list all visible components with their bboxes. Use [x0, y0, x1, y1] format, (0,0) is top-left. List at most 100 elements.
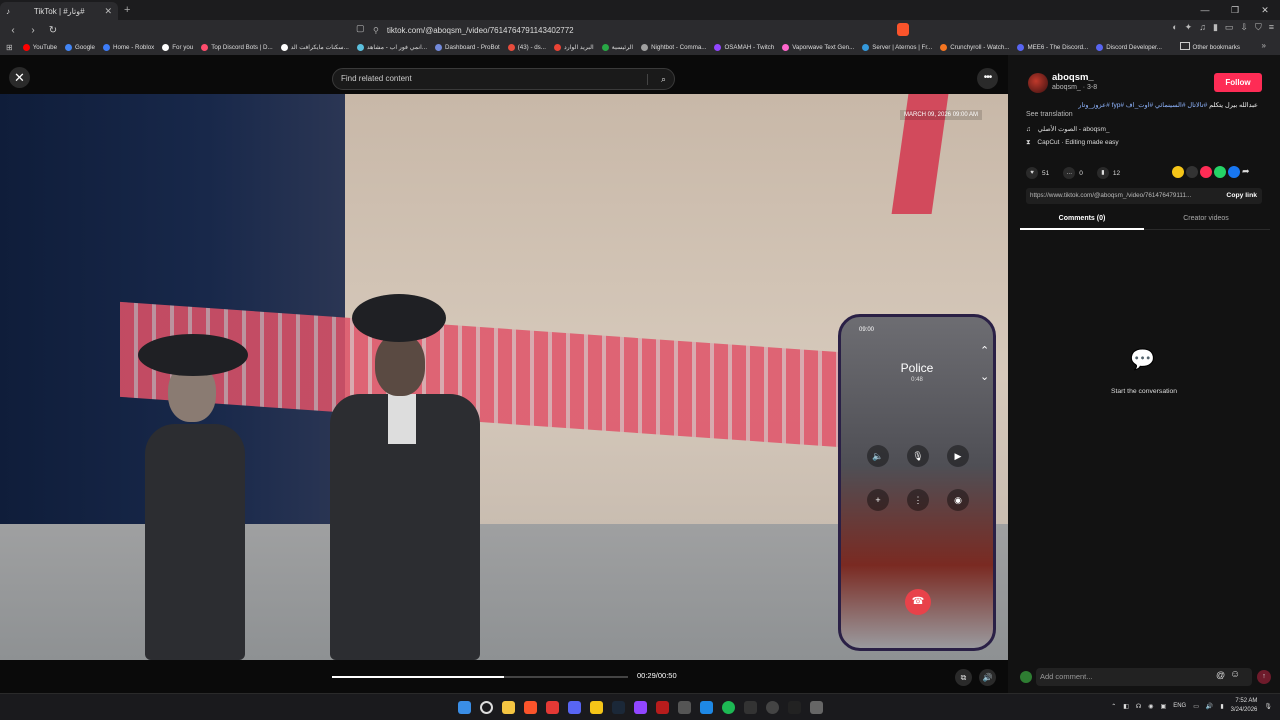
close-player-button[interactable]: ✕ — [9, 67, 30, 88]
bookmark-item[interactable]: Discord Developer... — [1096, 44, 1162, 51]
back-button[interactable]: ‹ — [6, 25, 20, 36]
chevron-up-icon[interactable]: ⌃ — [980, 344, 989, 357]
new-tab-button[interactable]: + — [124, 4, 130, 16]
vpn-icon[interactable]: ⛉ — [1255, 22, 1262, 33]
close-tab-icon[interactable]: ✕ — [104, 6, 112, 17]
app-icon-1[interactable] — [546, 701, 559, 714]
discord-taskbar-icon[interactable] — [568, 701, 581, 714]
bookmark-item[interactable]: YouTube — [22, 44, 57, 51]
file-explorer-icon[interactable] — [502, 701, 515, 714]
battery-icon[interactable]: ▮ — [1220, 703, 1223, 710]
share-link-box[interactable]: https://www.tiktok.com/@aboqsm_/video/76… — [1026, 188, 1262, 204]
extension-icon[interactable]: ◐ — [1172, 22, 1177, 33]
spotify-taskbar-icon[interactable] — [722, 701, 735, 714]
puzzle-icon[interactable]: ✦ — [1185, 22, 1193, 33]
headset-icon[interactable]: ☊ — [1136, 703, 1141, 710]
capcut-anchor[interactable]: ⧗ CapCut · Editing made easy — [1026, 139, 1119, 147]
follow-button[interactable]: Follow — [1214, 73, 1262, 92]
reload-button[interactable]: ↻ — [46, 25, 60, 36]
chevron-down-icon[interactable]: ⌄ — [980, 370, 989, 383]
tab-comments[interactable]: Comments (0) — [1020, 215, 1144, 230]
bookmark-item[interactable]: Google — [65, 44, 95, 51]
close-window-button[interactable]: ✕ — [1250, 5, 1280, 16]
more-options-button[interactable]: ••• — [977, 68, 998, 89]
app-icon-5[interactable] — [678, 701, 691, 714]
menu-icon[interactable]: ≡ — [1269, 22, 1274, 33]
volume-button[interactable]: 🔊 — [979, 669, 996, 686]
app-icon-10[interactable] — [810, 701, 823, 714]
minimize-button[interactable]: — — [1190, 5, 1220, 15]
downloads-icon[interactable]: ⇩ — [1240, 22, 1248, 33]
app-icon-4[interactable] — [656, 701, 669, 714]
bookmark-item[interactable]: Nightbot - Comma... — [641, 44, 706, 51]
tray-app-icon-2[interactable]: ▣ — [1161, 703, 1167, 710]
brave-taskbar-icon[interactable] — [524, 701, 537, 714]
bookmark-item[interactable]: Server | Aternos | Fr... — [862, 44, 932, 51]
hashtags[interactable]: #تالاتال #السينمائي #اوت_اف #fyp #عزوز_و… — [1078, 102, 1207, 109]
bookmark-item[interactable]: Top Discord Bots | D... — [201, 44, 273, 51]
bookmarks-overflow-icon[interactable]: » — [1262, 41, 1266, 50]
share-whatsapp-icon[interactable] — [1214, 166, 1226, 178]
start-icon[interactable] — [458, 701, 471, 714]
app-icon-6[interactable] — [700, 701, 713, 714]
bookmark-item[interactable]: OSAMAH - Twitch — [714, 44, 774, 51]
see-translation-link[interactable]: See translation — [1026, 111, 1073, 118]
tab-creator-videos[interactable]: Creator videos — [1144, 215, 1268, 222]
maximize-button[interactable]: ❐ — [1220, 5, 1250, 16]
bookmark-item[interactable]: الرئيسية — [601, 44, 633, 51]
share-friends-icon[interactable] — [1172, 166, 1184, 178]
browser-tab[interactable]: ♪ TikTok | #وتار# ✕ — [0, 2, 118, 20]
language-indicator[interactable]: ENG — [1173, 703, 1186, 709]
app-icon-7[interactable] — [744, 701, 757, 714]
bookmark-item[interactable]: MEE6 - The Discord... — [1017, 44, 1088, 51]
pip-button[interactable]: ⧉ — [955, 669, 972, 686]
brave-shields-icon[interactable] — [897, 23, 909, 36]
heart-icon[interactable]: ♥ — [1026, 167, 1038, 179]
related-search-input[interactable]: Find related content ⌕ — [332, 68, 675, 90]
progress-bar[interactable] — [332, 676, 628, 678]
bookmark-item[interactable]: سكنات مايكرافت الد... — [280, 44, 349, 51]
comment-icon[interactable]: … — [1063, 167, 1076, 179]
discord-tray-icon[interactable]: ◉ — [1148, 703, 1153, 710]
share-tiktok-icon[interactable] — [1200, 166, 1212, 178]
wallet-icon[interactable]: ▭ — [1225, 22, 1234, 33]
tray-overflow-icon[interactable]: ⌃ — [1111, 703, 1116, 710]
author-username[interactable]: aboqsm_ — [1052, 72, 1094, 83]
media-icon[interactable]: ♫ — [1199, 22, 1206, 33]
share-arrow-icon[interactable]: ➦ — [1242, 166, 1250, 178]
share-facebook-icon[interactable] — [1228, 166, 1240, 178]
app-icon-9[interactable] — [788, 701, 801, 714]
bookmark-item[interactable]: Home - Roblox — [102, 44, 154, 51]
search-taskbar-icon[interactable] — [480, 701, 493, 714]
bookmark-item[interactable]: Crunchyroll - Watch... — [940, 44, 1009, 51]
clock[interactable]: 7:52 AM 3/24/2026 — [1231, 697, 1258, 715]
forward-button[interactable]: › — [26, 25, 40, 36]
mention-icon[interactable]: @ — [1216, 670, 1225, 680]
send-comment-button[interactable]: ↑ — [1257, 670, 1271, 684]
bookmark-item[interactable]: Vaporwave Text Gen... — [782, 44, 854, 51]
network-icon[interactable]: ▭ — [1193, 703, 1199, 710]
volume-tray-icon[interactable]: 🔊 — [1206, 703, 1213, 710]
video-frame[interactable]: MARCH 09, 2026 09:00 AM 09:00 Police 0:4… — [0, 94, 1008, 660]
bookmark-item[interactable]: (43) - ds... — [507, 44, 546, 51]
bookmark-item[interactable]: انمي فور اب - مشاهد... — [356, 44, 427, 51]
embed-icon[interactable] — [1186, 166, 1198, 178]
notification-icon[interactable]: 🎙 — [1264, 703, 1272, 710]
sidebar-icon[interactable]: ▮ — [1213, 22, 1218, 33]
bookmark-item[interactable]: Dashboard - ProBot — [435, 44, 500, 51]
address-bar[interactable]: ⚲ tiktok.com/@aboqsm_/video/761476479114… — [355, 22, 915, 38]
music-info[interactable]: ♫ الصوت الأصلي - aboqsm_ — [1026, 125, 1110, 133]
bookmark-icon[interactable]: ▮ — [1096, 167, 1109, 179]
apps-icon[interactable]: ⊞ — [6, 43, 13, 52]
emoji-icon[interactable]: ☺ — [1230, 669, 1240, 680]
avatar[interactable] — [1028, 73, 1048, 93]
app-icon-2[interactable] — [590, 701, 603, 714]
other-bookmarks[interactable]: Other bookmarks — [1180, 42, 1240, 51]
steam-taskbar-icon[interactable] — [612, 701, 625, 714]
bookmark-item[interactable]: البريد الوارد — [553, 44, 594, 51]
site-info-icon[interactable]: ⚲ — [373, 26, 379, 35]
bookmark-item[interactable]: For you — [162, 44, 193, 51]
search-icon[interactable]: ⌕ — [661, 69, 666, 89]
app-icon-3[interactable] — [634, 701, 647, 714]
tray-app-icon[interactable]: ◧ — [1123, 703, 1129, 710]
